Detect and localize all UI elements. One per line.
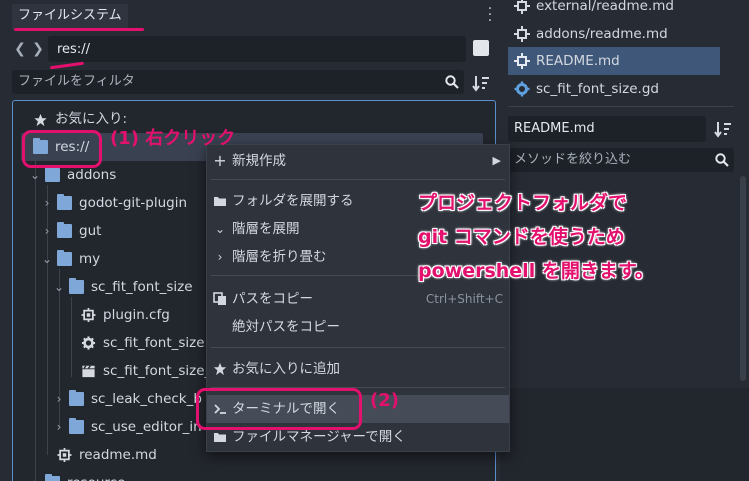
doc-icon bbox=[514, 53, 530, 69]
submenu-arrow-icon: ▶ bbox=[492, 154, 501, 167]
folder-icon bbox=[45, 166, 60, 182]
chevron-right-icon[interactable]: › bbox=[53, 385, 65, 413]
explanation-note: プロジェクトフォルダで git コマンドを使うため powershell を開き… bbox=[418, 186, 718, 288]
folder-icon bbox=[69, 278, 84, 294]
note-line: git コマンドを使うため bbox=[418, 226, 625, 248]
divider bbox=[508, 106, 734, 107]
back-icon[interactable]: ❮ bbox=[14, 40, 26, 58]
script-label: addons/readme.md bbox=[536, 26, 668, 42]
doc-icon bbox=[57, 448, 72, 462]
menu-item-label: 階層を展開 bbox=[232, 221, 300, 237]
tree-item-label: gut bbox=[79, 223, 102, 239]
doc-icon bbox=[514, 0, 530, 14]
forward-icon[interactable]: ❯ bbox=[32, 40, 44, 58]
tree-item-label: sc_leak_check_b bbox=[91, 391, 202, 407]
script-label: README.md bbox=[536, 53, 620, 69]
gear-icon bbox=[81, 336, 96, 350]
tab-underline-annotation bbox=[14, 28, 144, 31]
menu-item-label: お気に入りに追加 bbox=[232, 361, 340, 377]
tree-item-label: sc_fit_font_size.g bbox=[103, 335, 218, 351]
script-label: sc_fit_font_size.gd bbox=[536, 81, 659, 97]
chevron-right-icon[interactable]: › bbox=[53, 413, 65, 441]
menu-separator bbox=[211, 179, 505, 180]
tab-filesystem[interactable]: ファイルシステム bbox=[12, 4, 128, 30]
folder-open-icon bbox=[214, 197, 226, 206]
script-list-item[interactable]: external/readme.md bbox=[508, 0, 720, 20]
menu-item-label: 絶対パスをコピー bbox=[232, 319, 340, 335]
plus-icon: + bbox=[213, 151, 227, 170]
dock-menu-icon[interactable]: · · · bbox=[486, 2, 494, 28]
chevron-down-icon[interactable]: ⌄ bbox=[53, 273, 65, 301]
tree-item-label: godot-git-plugin bbox=[79, 195, 188, 211]
editor-area bbox=[500, 388, 749, 481]
script-list-item[interactable]: addons/readme.md bbox=[508, 20, 720, 48]
sort-icon[interactable] bbox=[472, 74, 490, 92]
annotation-step2: (2) bbox=[370, 390, 399, 411]
menu-item-copy-absolute-path[interactable]: 絶対パスをコピー bbox=[207, 313, 509, 341]
favorites-header: お気に入り: bbox=[13, 105, 483, 133]
menu-item-label: フォルダを展開する bbox=[232, 193, 354, 209]
note-line: powershell を開きます。 bbox=[418, 260, 654, 282]
layout-toggle-icon[interactable] bbox=[473, 40, 489, 56]
star-icon bbox=[34, 113, 47, 127]
tree-item-label: my bbox=[79, 251, 101, 267]
tree-item-label: plugin.cfg bbox=[103, 307, 170, 323]
search-icon bbox=[445, 75, 459, 89]
script-label: external/readme.md bbox=[536, 0, 674, 14]
script-list-item-selected[interactable]: README.md bbox=[508, 47, 720, 75]
path-input[interactable] bbox=[48, 36, 466, 62]
menu-item-new[interactable]: + 新規作成 ▶ bbox=[207, 147, 509, 175]
method-list-scrollbar[interactable] bbox=[740, 176, 746, 381]
highlight-res-folder bbox=[22, 130, 102, 168]
folder-icon bbox=[57, 222, 72, 238]
menu-separator bbox=[211, 347, 505, 348]
chevron-right-icon[interactable]: › bbox=[29, 469, 41, 481]
tree-item-label: sc_fit_font_size bbox=[91, 279, 193, 295]
chevron-down-icon[interactable]: ⌄ bbox=[41, 245, 53, 273]
menu-item-label: パスをコピー bbox=[232, 291, 313, 307]
annotation-step1: (1) 右クリック bbox=[110, 128, 236, 149]
search-icon bbox=[715, 153, 729, 167]
menu-item-label: 階層を折り畳む bbox=[232, 249, 327, 265]
sort-icon[interactable] bbox=[714, 120, 732, 138]
method-filter-input[interactable]: メソッドを絞り込む bbox=[508, 148, 734, 172]
menu-item-copy-path[interactable]: パスをコピー Ctrl+Shift+C bbox=[207, 285, 509, 313]
script-list-item[interactable]: sc_fit_font_size.gd bbox=[508, 75, 720, 103]
chevron-right-icon[interactable]: › bbox=[41, 189, 53, 217]
file-filter-input[interactable] bbox=[12, 70, 464, 94]
tree-item-label: sc_use_editor_in bbox=[91, 419, 202, 435]
shortcut-label: Ctrl+Shift+C bbox=[425, 292, 503, 306]
chevron-down-icon: ⌄ bbox=[214, 222, 226, 236]
folder-icon bbox=[45, 474, 60, 481]
copy-icon bbox=[213, 292, 226, 305]
config-icon bbox=[81, 308, 96, 322]
tree-item-label: readme.md bbox=[79, 447, 157, 463]
gear-icon bbox=[514, 81, 530, 97]
clapperboard-icon bbox=[82, 365, 95, 378]
folder-icon bbox=[57, 250, 72, 266]
folder-icon bbox=[57, 194, 72, 210]
note-line: プロジェクトフォルダで bbox=[418, 192, 628, 214]
highlight-terminal-item bbox=[196, 388, 362, 430]
menu-item-add-favorite[interactable]: お気に入りに追加 bbox=[207, 355, 509, 383]
tree-item-label: resource bbox=[67, 469, 125, 481]
menu-item-label: 新規作成 bbox=[232, 153, 286, 169]
doc-icon bbox=[514, 26, 530, 42]
folder-icon bbox=[69, 390, 84, 406]
folder-icon bbox=[214, 433, 226, 442]
tree-row-resource[interactable]: › resource bbox=[13, 469, 483, 481]
folder-icon bbox=[69, 418, 84, 434]
star-icon bbox=[213, 362, 227, 376]
current-script-title: README.md bbox=[508, 116, 706, 142]
tree-item-label: sc_fit_font_size_ bbox=[103, 363, 212, 379]
chevron-right-icon: › bbox=[217, 250, 223, 264]
chevron-right-icon[interactable]: › bbox=[41, 217, 53, 245]
